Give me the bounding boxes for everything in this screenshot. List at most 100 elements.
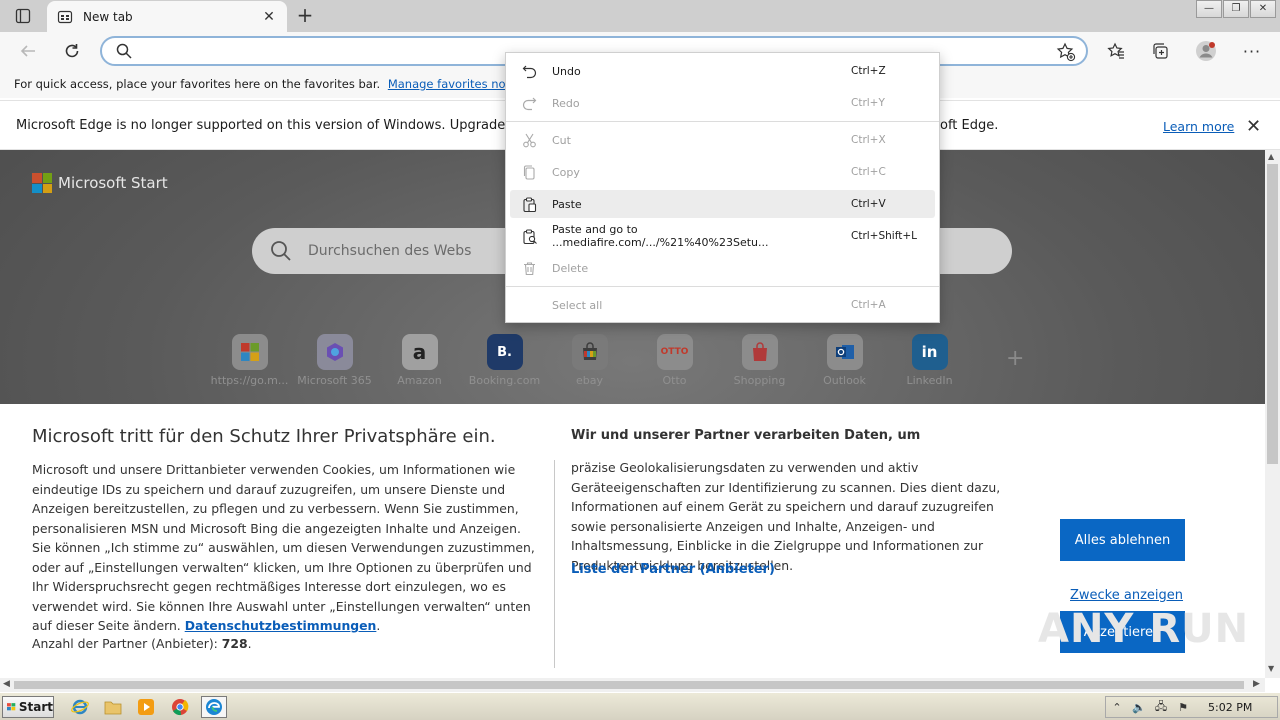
quick-link[interactable]: Shopping (717, 334, 802, 387)
collections-icon (1153, 43, 1168, 59)
taskbar-ie[interactable] (67, 696, 93, 718)
newtab-favicon-icon (57, 10, 73, 23)
privacy-divider (554, 460, 555, 668)
quick-link[interactable]: B. Booking.com (462, 334, 547, 387)
vertical-scrollbar[interactable]: ▲ ▼ (1265, 150, 1280, 678)
scroll-left-icon[interactable]: ◀ (3, 679, 10, 689)
menu-item-redo[interactable]: Redo Ctrl+Y (510, 89, 935, 117)
web-search-icon (271, 241, 291, 261)
anyrun-watermark: ANY RUN (1038, 606, 1250, 652)
partners-count: Anzahl der Partner (Anbieter): 728. (32, 636, 252, 651)
folder-icon (104, 701, 122, 715)
amazon-icon: a (401, 334, 438, 370)
quick-link-label: ebay (575, 374, 603, 387)
search-icon (116, 43, 132, 59)
taskbar: Start ⌃ 🔈 🖧 ⚑ 5:02 PM (0, 692, 1280, 720)
menu-item-label: Select all (552, 298, 603, 312)
menu-item-select-all[interactable]: Select all Ctrl+A (510, 291, 935, 319)
quick-link-label: Booking.com (468, 374, 541, 387)
quick-link[interactable]: a Amazon (377, 334, 462, 387)
menu-item-label: Paste (552, 197, 582, 211)
add-quick-link-icon[interactable]: + (1006, 346, 1024, 371)
copy-icon (520, 164, 538, 180)
menu-item-copy[interactable]: Copy Ctrl+C (510, 158, 935, 186)
quick-link[interactable]: Microsoft 365 (292, 334, 377, 387)
tray-expand-icon[interactable]: ⌃ (1106, 701, 1128, 714)
menu-item-label: Cut (552, 133, 571, 147)
back-button[interactable] (14, 37, 42, 65)
quick-link[interactable]: OTTO Otto (632, 334, 717, 387)
network-icon[interactable]: 🖧 (1150, 698, 1172, 717)
privacy-body-text: Microsoft und unsere Drittanbieter verwe… (32, 462, 535, 633)
tab-close-icon[interactable]: ✕ (261, 9, 277, 25)
quick-link[interactable]: in LinkedIn (887, 334, 972, 387)
menu-item-shortcut: Ctrl+Z (851, 65, 886, 77)
horizontal-scroll-thumb[interactable] (14, 681, 1244, 689)
quick-link-label: Outlook (823, 374, 866, 387)
favorites-button[interactable] (1102, 37, 1130, 65)
profile-button[interactable] (1192, 37, 1220, 65)
taskbar-media-player[interactable] (133, 696, 159, 718)
quick-link-label: https://go.m... (210, 374, 289, 387)
partners-list-link[interactable]: Liste der Partner (Anbieter) (571, 562, 775, 577)
menu-item-paste-and-go[interactable]: Paste and go to ...mediafire.com/.../%21… (510, 222, 935, 250)
menu-separator (506, 121, 939, 122)
redo-icon (520, 96, 538, 111)
quick-link[interactable]: Outlook (802, 334, 887, 387)
flag-icon[interactable]: ⚑ (1172, 701, 1194, 714)
scroll-down-icon[interactable]: ▼ (1268, 664, 1274, 673)
m365-icon (316, 334, 353, 370)
taskbar-edge[interactable] (201, 696, 227, 718)
scroll-up-icon[interactable]: ▲ (1268, 152, 1274, 161)
close-window-button[interactable]: ✕ (1250, 0, 1276, 18)
collections-button[interactable] (1146, 37, 1174, 65)
menu-item-delete[interactable]: Delete (510, 254, 935, 282)
reject-all-button[interactable]: Alles ablehnen (1060, 519, 1185, 561)
menu-item-undo[interactable]: Undo Ctrl+Z (510, 57, 935, 85)
refresh-button[interactable] (58, 37, 86, 65)
web-search-placeholder: Durchsuchen des Webs (308, 243, 472, 259)
vertical-scroll-thumb[interactable] (1267, 164, 1278, 464)
settings-more-button[interactable]: ··· (1238, 37, 1266, 65)
tab-title: New tab (83, 9, 133, 24)
quick-links: https://go.m... Microsoft 365 a Amazon B… (207, 334, 972, 387)
booking-icon: B. (486, 334, 523, 370)
taskbar-explorer[interactable] (100, 696, 126, 718)
quick-link-label: Shopping (733, 374, 786, 387)
menu-item-paste[interactable]: Paste Ctrl+V (510, 190, 935, 218)
quick-link[interactable]: https://go.m... (207, 334, 292, 387)
volume-icon[interactable]: 🔈 (1128, 701, 1150, 714)
start-button[interactable]: Start (2, 696, 54, 718)
taskbar-chrome[interactable] (167, 696, 193, 718)
restore-button[interactable]: ❐ (1223, 0, 1249, 18)
infobar-close-icon[interactable]: ✕ (1246, 116, 1261, 137)
scroll-right-icon[interactable]: ▶ (1253, 679, 1260, 689)
horizontal-scrollbar[interactable]: ◀ ▶ (0, 678, 1265, 692)
clock[interactable]: 5:02 PM (1208, 701, 1252, 714)
menu-item-label: Redo (552, 96, 580, 110)
menu-item-shortcut: Ctrl+V (851, 198, 886, 210)
windows-flag-icon (7, 703, 16, 711)
window-controls: — ❐ ✕ (1195, 0, 1276, 18)
tab-new-tab[interactable]: New tab ✕ (47, 1, 287, 32)
quick-link-label: Amazon (397, 374, 442, 387)
manage-favorites-link[interactable]: Manage favorites now (388, 77, 515, 91)
learn-more-link[interactable]: Learn more (1163, 119, 1234, 134)
menu-item-label: Copy (552, 165, 580, 179)
microsoft-start-logo: Microsoft Start (32, 173, 168, 193)
windows-icon (231, 334, 268, 370)
minimize-button[interactable]: — (1196, 0, 1222, 18)
show-purposes-link[interactable]: Zwecke anzeigen (1070, 588, 1183, 603)
menu-item-shortcut: Ctrl+A (851, 299, 886, 311)
privacy-policy-link[interactable]: Datenschutzbestimmungen (185, 618, 377, 633)
quick-link[interactable]: ebay (547, 334, 632, 387)
menu-item-cut[interactable]: Cut Ctrl+X (510, 126, 935, 154)
tab-actions-button[interactable] (8, 5, 38, 27)
quick-link-label: LinkedIn (906, 374, 953, 387)
menu-item-label: Paste and go to ...mediafire.com/.../%21… (552, 223, 769, 249)
menu-separator (506, 286, 939, 287)
infobar-message: Microsoft Edge is no longer supported on… (16, 118, 549, 133)
add-favorite-icon[interactable] (1056, 42, 1076, 62)
back-arrow-icon (20, 45, 35, 57)
new-tab-button[interactable]: + (293, 4, 317, 28)
